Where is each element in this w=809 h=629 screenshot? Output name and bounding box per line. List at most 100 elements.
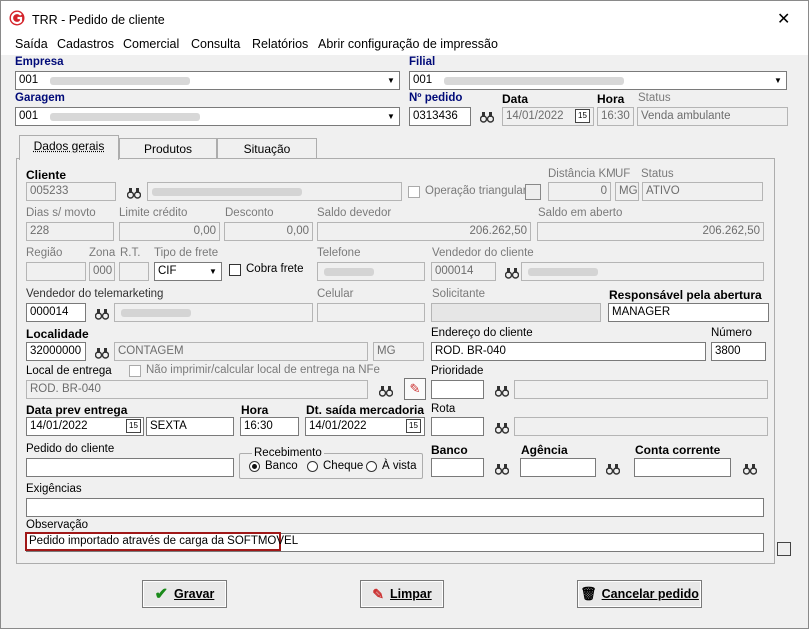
menu-relatorios[interactable]: Relatórios: [252, 37, 308, 51]
rota-input[interactable]: [431, 417, 484, 436]
local-entrega-field: ROD. BR-040: [26, 380, 368, 399]
celular-label: Celular: [317, 288, 354, 300]
empresa-select[interactable]: 001 ▼: [15, 71, 400, 90]
pedido-cliente-input[interactable]: [26, 458, 234, 477]
menu-saida[interactable]: Saída: [15, 37, 48, 51]
limite-field: 0,00: [119, 222, 220, 241]
binoculars-icon[interactable]: [95, 308, 109, 320]
rt-field: [119, 262, 149, 281]
document-icon[interactable]: [525, 184, 541, 200]
chevron-down-icon[interactable]: ▼: [770, 72, 786, 89]
localidade-uf: MG: [373, 342, 424, 361]
menu-consulta[interactable]: Consulta: [191, 37, 240, 51]
menu-comercial[interactable]: Comercial: [123, 37, 179, 51]
regiao-label: Região: [26, 247, 63, 259]
garagem-select[interactable]: 001 ▼: [15, 107, 400, 126]
menu-abrir-configuracao[interactable]: Abrir configuração de impressão: [318, 37, 498, 51]
binoculars-icon[interactable]: [127, 187, 141, 199]
agencia-label: Agência: [521, 443, 568, 457]
numero-input[interactable]: 3800: [711, 342, 766, 361]
operacao-triangular-checkbox[interactable]: [408, 186, 420, 198]
vendedor-tele-input[interactable]: 000014: [26, 303, 86, 322]
prioridade-desc: [514, 380, 768, 399]
main-window: TRR - Pedido de cliente ✕ Saída Cadastro…: [0, 0, 809, 629]
observacao-highlight: Pedido importado através de carga da SOF…: [25, 532, 298, 551]
recebimento-label: Recebimento: [252, 447, 324, 459]
radio-banco[interactable]: [249, 461, 260, 472]
solicitante-field[interactable]: [431, 303, 601, 322]
telefone-field: [317, 262, 425, 281]
binoculars-icon[interactable]: [505, 267, 519, 279]
pedido-cliente-label: Pedido do cliente: [26, 443, 115, 455]
cliente-code: 005233: [26, 182, 116, 201]
rota-desc: [514, 417, 768, 436]
responsavel-input[interactable]: MANAGER: [608, 303, 769, 322]
binoculars-icon[interactable]: [743, 463, 757, 475]
tipo-frete-label: Tipo de frete: [154, 247, 219, 259]
banco-input[interactable]: [431, 458, 484, 477]
hora-entrega-label: Hora: [241, 403, 269, 417]
chevron-down-icon[interactable]: ▼: [383, 72, 399, 89]
binoculars-icon[interactable]: [495, 463, 509, 475]
binoculars-icon[interactable]: [495, 422, 509, 434]
cliente-status-field: ATIVO: [642, 182, 763, 201]
endereco-label: Endereço do cliente: [431, 327, 533, 339]
numero-label: Número: [711, 327, 752, 339]
gravar-button[interactable]: ✔ Gravar: [142, 580, 227, 608]
pedido-input[interactable]: 0313436: [409, 107, 471, 126]
calendar-icon[interactable]: 15: [406, 419, 421, 433]
agencia-input[interactable]: [520, 458, 596, 477]
radio-cheque[interactable]: [307, 461, 318, 472]
cobra-frete-checkbox[interactable]: [229, 264, 241, 276]
app-logo-icon: [9, 10, 25, 26]
vendedor-tele-label: Vendedor do telemarketing: [26, 288, 164, 300]
filial-label: Filial: [409, 56, 436, 68]
calendar-icon[interactable]: 15: [126, 419, 141, 433]
filial-select[interactable]: 001 ▼: [409, 71, 787, 90]
close-icon[interactable]: ✕: [777, 9, 790, 29]
tab-situacao[interactable]: Situação: [217, 138, 317, 160]
binoculars-icon[interactable]: [606, 463, 620, 475]
data-label: Data: [502, 92, 529, 106]
cancelar-pedido-button[interactable]: 🗑 Cancelar pedido: [577, 580, 702, 608]
hora-entrega-input[interactable]: 16:30: [240, 417, 299, 436]
title-bar: TRR - Pedido de cliente ✕: [1, 1, 808, 33]
dt-saida-label: Dt. saída mercadoria: [306, 403, 425, 417]
nao-imprimir-checkbox[interactable]: [129, 365, 141, 377]
dias-field: 228: [26, 222, 114, 241]
limpar-button[interactable]: ✎ Limpar: [360, 580, 444, 608]
menu-cadastros[interactable]: Cadastros: [57, 37, 114, 51]
banco-label: Banco: [431, 443, 468, 457]
edit-location-icon[interactable]: ✎: [404, 378, 426, 400]
copy-icon[interactable]: [777, 542, 791, 556]
binoculars-icon[interactable]: [95, 347, 109, 359]
binoculars-icon[interactable]: [480, 111, 494, 123]
localidade-input[interactable]: 32000000: [26, 342, 86, 361]
check-icon: ✔: [154, 586, 169, 603]
calendar-icon[interactable]: 15: [575, 109, 590, 123]
operacao-triangular-label: Operação triangular: [425, 185, 527, 197]
endereco-input[interactable]: ROD. BR-040: [431, 342, 706, 361]
rota-label: Rota: [431, 403, 456, 415]
conta-input[interactable]: [634, 458, 731, 477]
chevron-down-icon[interactable]: ▼: [383, 108, 399, 125]
telefone-label: Telefone: [317, 247, 361, 259]
regiao-field: [26, 262, 86, 281]
localidade-label: Localidade: [26, 327, 89, 341]
tab-dados-gerais[interactable]: Dados gerais: [19, 135, 119, 160]
rt-label: R.T.: [120, 247, 141, 259]
radio-a-vista[interactable]: [366, 461, 377, 472]
cobra-frete-label: Cobra frete: [246, 263, 304, 275]
chevron-down-icon[interactable]: ▼: [205, 263, 221, 280]
binoculars-icon[interactable]: [495, 385, 509, 397]
tab-produtos[interactable]: Produtos: [119, 138, 217, 160]
tipo-frete-select[interactable]: CIF ▼: [154, 262, 222, 281]
pedido-label: Nº pedido: [409, 92, 463, 104]
hora-field: 16:30: [597, 107, 634, 126]
binoculars-icon[interactable]: [379, 385, 393, 397]
exigencias-input[interactable]: [26, 498, 764, 517]
zona-field: 000: [89, 262, 115, 281]
hora-label: Hora: [597, 92, 625, 106]
cliente-status-label: Status: [641, 168, 674, 180]
prioridade-input[interactable]: [431, 380, 484, 399]
